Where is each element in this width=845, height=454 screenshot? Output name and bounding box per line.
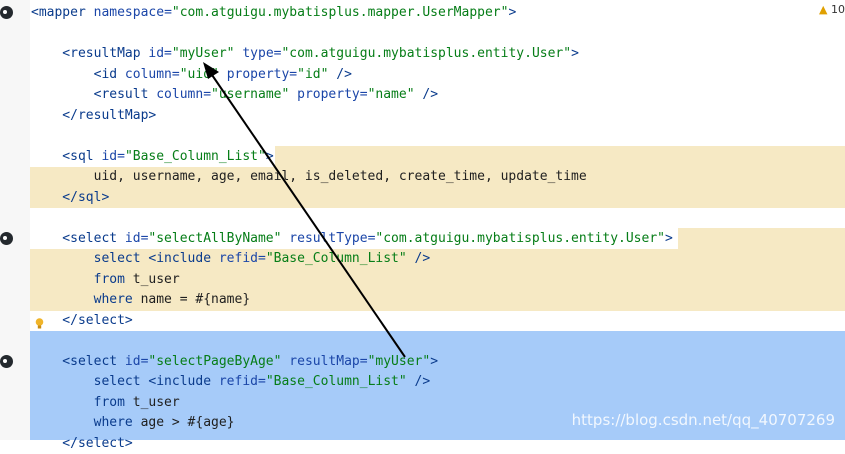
watermark: https://blog.csdn.net/qq_40707269 <box>572 411 835 429</box>
annotation-arrow <box>0 0 845 440</box>
